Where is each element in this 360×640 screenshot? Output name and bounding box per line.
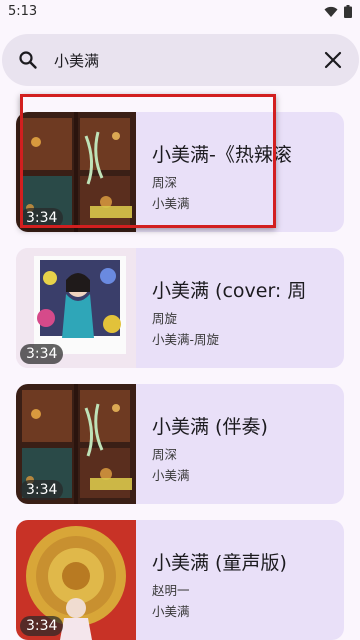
song-title: 小美满 (童声版) [152, 552, 287, 574]
song-card[interactable]: 3:34 小美满 (伴奏) 周深 小美满 [16, 384, 344, 504]
wifi-icon [324, 6, 338, 17]
song-album: 小美满 [152, 604, 190, 619]
song-artist: 周深 [152, 447, 178, 462]
close-icon[interactable] [323, 50, 343, 70]
status-icons [324, 5, 352, 18]
song-album: 小美满 [152, 468, 190, 483]
search-input[interactable] [54, 48, 304, 72]
song-thumbnail: 3:34 [16, 384, 136, 504]
status-time: 5:13 [8, 4, 38, 19]
song-album: 小美满-周旋 [152, 332, 220, 347]
duration-badge: 3:34 [20, 616, 64, 636]
song-artist: 周旋 [152, 311, 178, 326]
song-artist: 赵明一 [152, 583, 190, 598]
status-bar: 5:13 [0, 0, 360, 24]
duration-badge: 3:34 [20, 344, 64, 364]
song-card[interactable]: 3:34 小美满 (童声版) 赵明一 小美满 [16, 520, 344, 640]
highlight-box [20, 94, 276, 228]
song-title: 小美满 (cover: 周 [152, 280, 307, 302]
song-card[interactable]: 3:34 小美满 (cover: 周 周旋 小美满-周旋 [16, 248, 344, 368]
song-title: 小美满 (伴奏) [152, 416, 268, 438]
search-bar [2, 34, 359, 86]
duration-badge: 3:34 [20, 480, 64, 500]
search-icon[interactable] [18, 50, 38, 70]
song-thumbnail: 3:34 [16, 248, 136, 368]
song-thumbnail: 3:34 [16, 520, 136, 640]
battery-icon [344, 5, 352, 18]
